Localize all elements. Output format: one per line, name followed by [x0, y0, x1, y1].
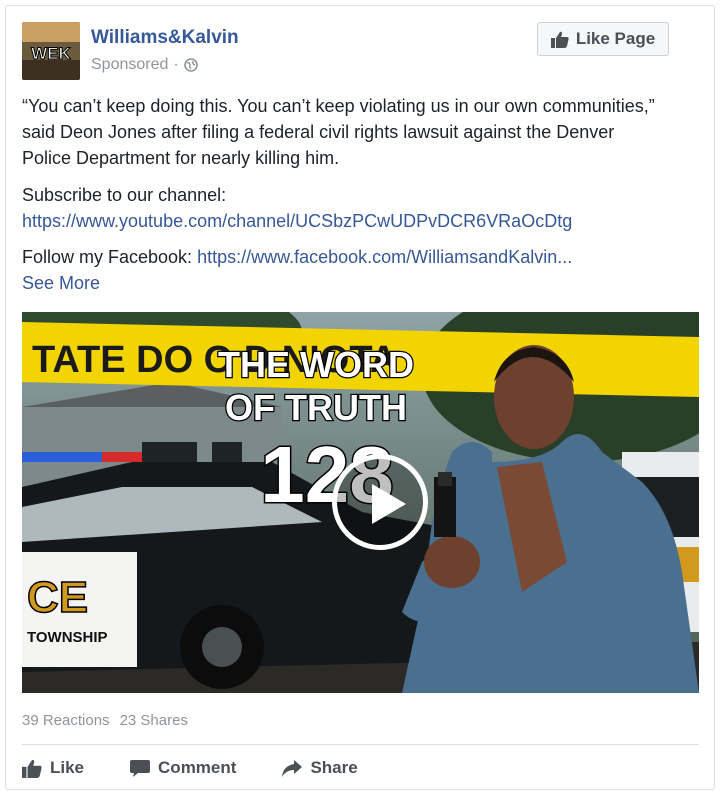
- see-more-link[interactable]: See More: [22, 273, 100, 293]
- youtube-link[interactable]: https://www.youtube.com/channel/UCSbzPCw…: [22, 211, 572, 231]
- post-text-subscribe: Subscribe to our channel: https://www.yo…: [22, 182, 662, 234]
- comment-bubble-icon: [130, 759, 151, 777]
- post-text-follow: Follow my Facebook: https://www.facebook…: [22, 244, 662, 296]
- car-door-text: CE: [27, 573, 88, 622]
- subscribe-label: Subscribe to our channel:: [22, 185, 227, 205]
- thumbs-up-icon: [550, 31, 569, 48]
- like-button[interactable]: Like: [22, 758, 84, 778]
- thumbs-up-icon: [22, 759, 42, 778]
- comment-label: Comment: [158, 758, 237, 777]
- post-text-quote: “You can’t keep doing this. You can’t ke…: [22, 96, 655, 168]
- meta-separator: ·: [173, 56, 179, 73]
- sponsored-label[interactable]: Sponsored: [91, 56, 168, 74]
- share-label: Share: [310, 758, 358, 777]
- globe-icon: [183, 58, 198, 72]
- page-logo: WEK: [22, 22, 80, 80]
- like-page-button[interactable]: Like Page: [537, 22, 669, 56]
- post-meta: Sponsored ·: [91, 56, 198, 74]
- video-title-line2: OF TRUTH: [225, 387, 407, 428]
- play-button-icon[interactable]: [332, 454, 428, 550]
- reactions-count[interactable]: 39 Reactions: [22, 712, 110, 729]
- video-thumbnail[interactable]: TATE DO O D NIOTA CE TOWNSHIP THE WORD O…: [22, 312, 699, 693]
- shares-count[interactable]: 23 Shares: [120, 712, 188, 729]
- page-avatar[interactable]: WEK: [22, 22, 80, 80]
- share-button[interactable]: Share: [282, 758, 358, 778]
- like-page-label: Like Page: [575, 29, 656, 48]
- logo-text: WEK: [31, 44, 71, 63]
- comment-button[interactable]: Comment: [130, 758, 236, 778]
- share-arrow-icon: [282, 759, 303, 777]
- page-name-link[interactable]: Williams&Kalvin: [91, 27, 239, 49]
- car-township-text: TOWNSHIP: [27, 629, 108, 646]
- video-title-line1: THE WORD: [218, 344, 414, 385]
- follow-label: Follow my Facebook:: [22, 247, 193, 267]
- actions-divider: [22, 744, 699, 745]
- post-actions-bar: Like Comment Share: [22, 752, 404, 784]
- like-label: Like: [50, 758, 85, 777]
- post-stats: 39 Reactions 23 Shares: [22, 712, 188, 729]
- facebook-link[interactable]: https://www.facebook.com/WilliamsandKalv…: [197, 247, 572, 267]
